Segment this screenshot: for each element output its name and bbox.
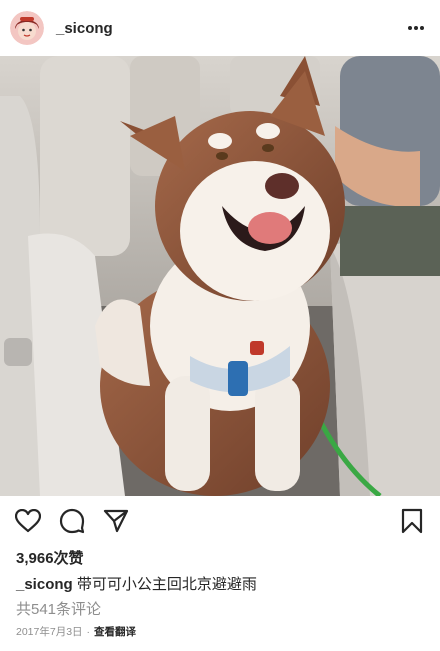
post-photo[interactable] (0, 56, 440, 496)
translate-link[interactable]: 查看翻译 (94, 626, 136, 638)
view-comments-link[interactable]: 共541条评论 (16, 598, 101, 619)
post-meta: 2017年7月3日 · 查看翻译 (16, 624, 136, 639)
action-bar (0, 496, 440, 546)
caption-username[interactable]: _sicong (16, 576, 73, 593)
bookmark-outline-icon[interactable] (398, 507, 426, 535)
post-header: _sicong (0, 0, 440, 56)
post-date: 2017年7月3日 (16, 626, 83, 638)
caption-text: 带可可小公主回北京避避雨 (72, 576, 257, 593)
avatar[interactable] (10, 11, 44, 45)
post-caption: _sicong 带可可小公主回北京避避雨 (16, 573, 257, 594)
likes-count[interactable]: 3,966次赞 (16, 547, 84, 568)
comment-bubble-icon[interactable] (58, 507, 86, 535)
heart-outline-icon[interactable] (14, 507, 42, 535)
meta-separator: · (86, 626, 91, 638)
post-username[interactable]: _sicong (56, 20, 113, 37)
send-arrow-icon[interactable] (102, 507, 130, 535)
more-dots-icon[interactable] (404, 16, 428, 40)
